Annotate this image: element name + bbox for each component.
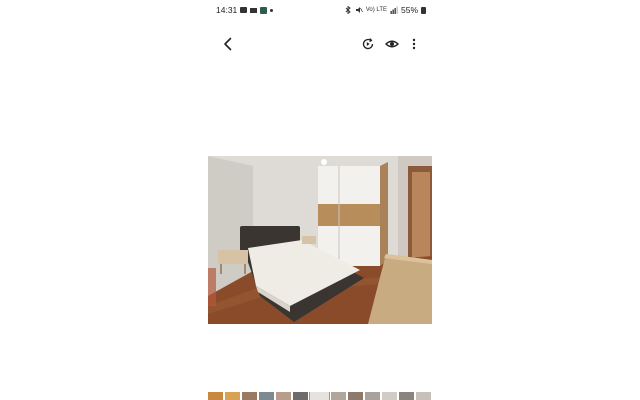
mail-notification-icon	[250, 7, 258, 13]
nightstand-left	[218, 250, 248, 264]
bluetooth-icon	[345, 6, 351, 14]
thumbnail-strip	[208, 392, 432, 400]
view-button[interactable]	[382, 34, 402, 54]
thumbnail[interactable]	[293, 392, 308, 400]
more-options-button[interactable]	[404, 34, 424, 54]
remaster-button[interactable]	[358, 34, 378, 54]
gallery-notification-icon	[240, 7, 248, 13]
thumbnail[interactable]	[309, 392, 330, 400]
thumbnail[interactable]	[276, 392, 291, 400]
thumbnail[interactable]	[348, 392, 363, 400]
mute-icon	[355, 7, 363, 13]
status-left: 14:31	[216, 5, 274, 15]
back-arrow-icon	[224, 37, 232, 51]
back-button[interactable]	[218, 34, 238, 54]
eye-icon	[385, 40, 399, 48]
battery-icon	[421, 6, 426, 14]
nightstand-leg	[244, 264, 246, 274]
remaster-icon	[362, 38, 374, 50]
status-time: 14:31	[216, 5, 238, 15]
signal-icon	[390, 6, 398, 14]
more-vert-icon	[412, 38, 416, 50]
wardrobe-oak-band	[318, 204, 380, 226]
thumbnail[interactable]	[242, 392, 257, 400]
app-notification-icon	[260, 6, 268, 14]
thumbnail[interactable]	[416, 392, 431, 400]
nightstand-leg	[220, 264, 222, 274]
nightstand-right	[302, 236, 316, 244]
phone-screen: 14:31 Vo) LTE 55%	[208, 0, 432, 400]
viewer-app-bar	[208, 30, 432, 58]
thumbnail[interactable]	[225, 392, 240, 400]
door-panel	[412, 172, 430, 258]
thumbnail[interactable]	[365, 392, 380, 400]
thumbnail[interactable]	[208, 392, 223, 400]
thumbnail[interactable]	[331, 392, 346, 400]
thumbnail[interactable]	[259, 392, 274, 400]
battery-percent: 55%	[400, 5, 418, 15]
bedroom-scene	[208, 156, 432, 324]
thumbnail[interactable]	[399, 392, 414, 400]
more-notifications-icon	[270, 8, 274, 12]
ceiling-light	[321, 159, 327, 165]
wardrobe-side	[380, 162, 388, 266]
status-bar: 14:31 Vo) LTE 55%	[208, 0, 432, 20]
network-label: Vo) LTE	[365, 7, 387, 13]
thumbnail[interactable]	[382, 392, 397, 400]
bedroom-photo[interactable]	[208, 156, 432, 324]
status-right: Vo) LTE 55%	[344, 5, 426, 15]
edge-object	[208, 268, 216, 306]
